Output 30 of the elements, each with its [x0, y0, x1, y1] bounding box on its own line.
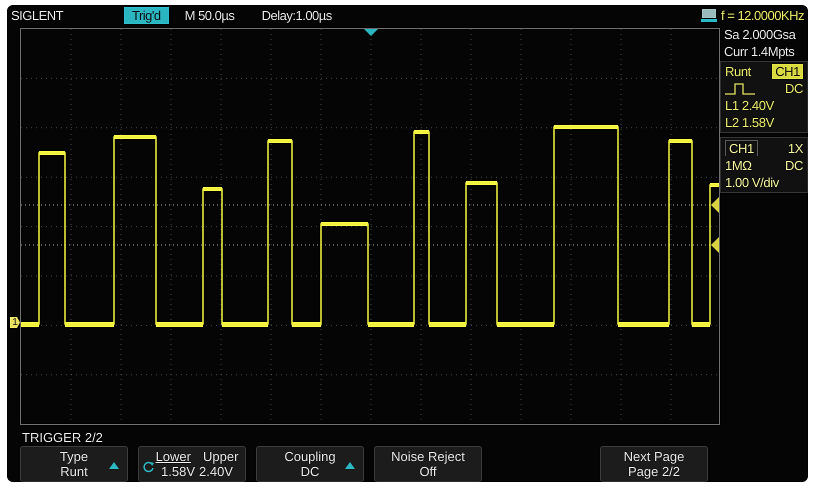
level-softkey[interactable]: Lower Upper 1.58V 2.40V [138, 446, 246, 482]
menu-softkey[interactable]: Next Page Page 2/2 [600, 446, 708, 482]
monitor-icon [701, 8, 718, 22]
level-marker-icon [711, 237, 719, 253]
brand-label: SIGLENT [11, 8, 64, 22]
channel-impedance: 1MΩ [725, 158, 752, 173]
menu-title: TRIGGER 2/2 [22, 430, 104, 445]
menu-softkey[interactable]: Coupling DC [256, 446, 364, 482]
trigger-coupling: DC [785, 81, 803, 96]
channel-marker: 1 [10, 317, 20, 328]
memory-depth: Curr 1.4Mpts [724, 44, 796, 59]
channel-coupling: DC [785, 158, 803, 173]
trigger-status: Trig'd [124, 6, 169, 24]
frequency-readout: f = 12.0000KHz [721, 8, 804, 22]
vertical-scale: 1.00 V/div [725, 175, 780, 190]
timebase-label: M 50.0µs [184, 8, 236, 22]
delay-label: Delay:1.00µs [262, 8, 332, 22]
rotary-knob-icon [143, 461, 155, 473]
trigger-level: L2 1.58V [725, 115, 776, 130]
menu-softkey[interactable]: Type Runt [20, 446, 128, 482]
trigger-type: Runt [725, 64, 751, 79]
runt-pulse-icon [725, 82, 755, 94]
trigger-position-icon [364, 29, 378, 36]
probe-ratio: 1X [788, 140, 803, 156]
menu-softkey[interactable]: Noise Reject Off [374, 446, 482, 482]
sample-rate: Sa 2.000Gsa [724, 27, 797, 42]
level-marker-icon [711, 197, 719, 213]
trigger-source: CH1 [772, 64, 803, 79]
trigger-level: L1 2.40V [725, 98, 776, 113]
channel-tab[interactable]: CH1 [725, 140, 758, 156]
